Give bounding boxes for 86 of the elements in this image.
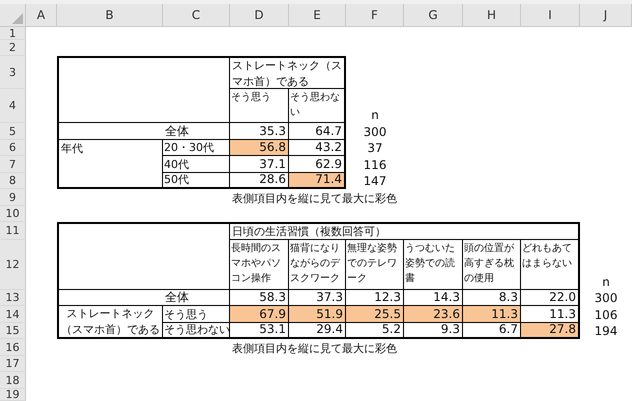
table-cell: 14.3 [404,290,463,306]
column-header[interactable]: I [521,4,580,27]
table-cell: 37.1 [230,156,289,173]
column-header[interactable]: B [57,4,163,27]
column-header[interactable]: H [463,4,521,27]
table-title: 日頃の生活習慣（複数回答可） [230,222,580,240]
column-header[interactable]: J [580,4,632,27]
table-cell: 6.7 [463,323,521,339]
column-heading: 長時間のスマホやパソコン操作 [230,240,289,290]
row-header[interactable]: 1 [0,27,26,40]
table-cell: 27.8 [521,323,580,339]
row-header[interactable]: 13 [0,290,26,306]
n-value: 300 [594,290,618,306]
n-label: n [601,274,611,290]
n-value: 300 [362,124,388,140]
column-heading: 頭の位置が高すぎる枕の使用 [463,240,521,290]
row-label: そう思わない [163,323,230,339]
row-label: 50代 [163,173,230,189]
group-label: 年代 [57,140,163,189]
row-header[interactable]: 5 [0,123,26,140]
column-header[interactable]: E [289,4,346,27]
row-header[interactable]: 4 [0,89,26,123]
table-cell: 53.1 [230,323,289,339]
table-cell: 9.3 [404,323,463,339]
row-header[interactable]: 8 [0,173,26,189]
column-header[interactable]: D [230,4,289,27]
row-header[interactable]: 7 [0,156,26,173]
table-title: ストレートネック（スマホ首）である [230,56,346,89]
row-header[interactable]: 15 [0,323,26,339]
row-label: 全体 [163,290,230,306]
column-header[interactable]: A [26,4,57,27]
row-header[interactable]: 19 [0,389,26,401]
row-label: そう思う [163,306,230,323]
table-cell: 62.9 [289,156,346,173]
row-header[interactable]: 6 [0,140,26,156]
table-cell: 22.0 [521,290,580,306]
table-cell: 51.9 [289,306,346,323]
row-header[interactable]: 2 [0,40,26,56]
row-header[interactable]: 3 [0,56,26,89]
row-header[interactable]: 16 [0,339,26,356]
table-cell: 11.3 [463,306,521,323]
column-heading: どれもあてはまらない [521,240,580,290]
table-cell: 71.4 [289,173,346,189]
table-cell: 43.2 [289,140,346,156]
column-header[interactable]: G [404,4,463,27]
column-heading: そう思わない [289,89,346,123]
table-cell: 37.3 [289,290,346,306]
table-cell: 35.3 [230,123,289,140]
table-cell: 29.4 [289,323,346,339]
table-cell: 67.9 [230,306,289,323]
table-cell: 28.6 [230,173,289,189]
table-cell: 58.3 [230,290,289,306]
table-cell: 12.3 [346,290,404,306]
row-header[interactable]: 11 [0,222,26,240]
n-value: 194 [594,323,618,339]
n-label: n [370,107,380,123]
column-header[interactable]: C [163,4,230,27]
table-cell: 25.5 [346,306,404,323]
row-header[interactable]: 14 [0,306,26,323]
column-heading: 無理な姿勢でのテレワーク [346,240,404,290]
row-header[interactable]: 10 [0,206,26,222]
n-value: 106 [594,307,618,323]
select-all-icon[interactable] [12,13,23,24]
table-cell: 11.3 [521,306,580,323]
table-note: 表側項目内を縦に見て最大に彩色 [231,191,398,206]
table-cell: 23.6 [404,306,463,323]
table-note: 表側項目内を縦に見て最大に彩色 [231,341,398,356]
table-cell: 56.8 [230,140,289,156]
row-header[interactable]: 17 [0,356,26,372]
column-heading: 猫背になりながらのデスクワーク [289,240,346,290]
row-header[interactable]: 18 [0,372,26,389]
column-header[interactable]: F [346,4,404,27]
table-cell: 8.3 [463,290,521,306]
n-value: 37 [366,140,384,156]
row-label: 全体 [163,123,230,140]
column-heading: そう思う [230,89,289,123]
n-value: 147 [362,173,388,189]
column-heading: うつむいた姿勢での読書 [404,240,463,290]
row-header[interactable]: 9 [0,189,26,206]
group-label: ストレートネック（スマホ首）である [57,306,163,339]
n-value: 116 [362,157,388,173]
row-label: 20・30代 [163,140,230,156]
row-label: 40代 [163,156,230,173]
table-cell: 5.2 [346,323,404,339]
row-header[interactable]: 12 [0,240,26,290]
table-cell: 64.7 [289,123,346,140]
